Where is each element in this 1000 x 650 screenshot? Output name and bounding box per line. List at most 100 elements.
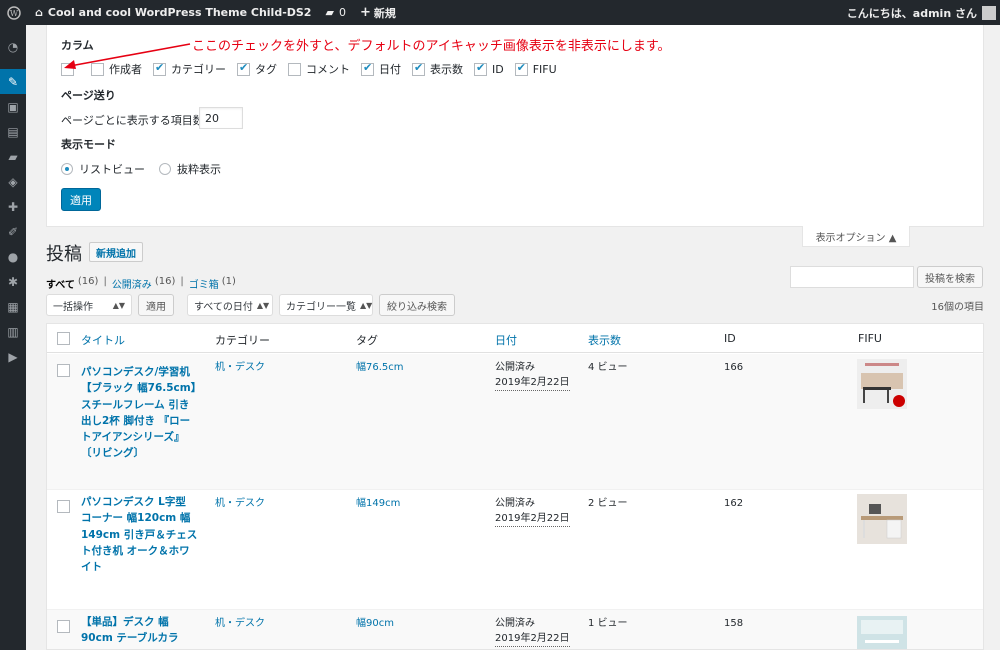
filter-button[interactable]: 絞り込み検索 bbox=[379, 294, 455, 316]
per-page-input[interactable]: 20 bbox=[199, 107, 243, 129]
admin-sidebar: ◔ ✎ ▣ ▤ ▰ ◈ ✚ ✐ ● ✱ ▦ ▥ ▶ bbox=[0, 25, 26, 650]
views-checkbox[interactable] bbox=[412, 61, 425, 76]
row-checkbox[interactable] bbox=[57, 364, 70, 377]
table-header: タイトル カテゴリー タグ 日付 表示数 ID FIFU bbox=[47, 324, 983, 353]
comments-icon[interactable]: ▰ bbox=[0, 144, 26, 169]
post-date: 2019年2月22日 bbox=[495, 511, 570, 527]
annotation-text: ここのチェックを外すと、デフォルトのアイキャッチ画像表示を非表示にします。 bbox=[192, 39, 671, 54]
layout-icon[interactable]: ▥ bbox=[0, 319, 26, 344]
site-name-label: Cool and cool WordPress Theme Child-DS2 bbox=[47, 6, 312, 19]
new-content-link[interactable]: + 新規 bbox=[353, 0, 403, 25]
view-mode-heading: 表示モード bbox=[61, 138, 116, 151]
post-views: 2 ビュー bbox=[588, 498, 628, 509]
post-date-cell: 公開済み 2019年2月22日 bbox=[495, 496, 570, 527]
home-icon: ⌂ bbox=[35, 6, 43, 19]
category-filter-select[interactable]: カテゴリー一覧 ▲▼ bbox=[279, 294, 373, 316]
table-row: パソコンデスク L字型 コーナー 幅120cm 幅149cm 引き戸＆チェスト付… bbox=[47, 490, 983, 610]
play-icon[interactable]: ▶ bbox=[0, 344, 26, 369]
post-id: 158 bbox=[724, 618, 744, 629]
featured-image-thumbnail[interactable] bbox=[857, 616, 907, 650]
table-row: 【単品】デスク 幅90cm テーブルカラー：ホワイト キャン 机・デスク 幅90… bbox=[47, 610, 983, 650]
bulk-apply-button[interactable]: 適用 bbox=[138, 294, 174, 316]
column-toggle-tags[interactable]: タグ bbox=[237, 61, 277, 77]
filter-trash-count: (1) bbox=[221, 276, 236, 287]
column-header-title[interactable]: タイトル bbox=[81, 332, 125, 348]
bulk-action-select[interactable]: 一括操作 ▲▼ bbox=[46, 294, 132, 316]
plugins-icon[interactable]: ✚ bbox=[0, 194, 26, 219]
select-all-checkbox[interactable] bbox=[57, 332, 70, 345]
post-id: 162 bbox=[724, 498, 744, 509]
post-title-link[interactable]: パソコンデスク L字型 コーナー 幅120cm 幅149cm 引き戸＆チェスト付… bbox=[81, 494, 199, 575]
featured-image-thumbnail[interactable] bbox=[857, 494, 907, 544]
tags-checkbox[interactable] bbox=[237, 61, 250, 76]
column-toggle-id[interactable]: ID bbox=[474, 61, 504, 76]
page-title: 投稿 bbox=[46, 244, 82, 265]
greeting-label: こんにちは、admin さん bbox=[846, 6, 977, 20]
view-mode-excerpt[interactable]: 抜粋表示 bbox=[159, 161, 221, 177]
view-mode-list[interactable]: リストビュー bbox=[61, 161, 145, 177]
column-toggle-date[interactable]: 日付 bbox=[361, 61, 401, 77]
post-category-link[interactable]: 机・デスク bbox=[215, 616, 265, 631]
post-category-link[interactable]: 机・デスク bbox=[215, 360, 265, 375]
post-date-cell: 公開済み 2019年2月22日 bbox=[495, 360, 570, 391]
column-header-category: カテゴリー bbox=[215, 334, 270, 347]
users-icon[interactable]: ● bbox=[0, 244, 26, 269]
post-title-link[interactable]: パソコンデスク/学習机【ブラック 幅76.5cm】スチールフレーム 引き出し2杯… bbox=[81, 364, 199, 462]
tools-brush-icon[interactable]: ✐ bbox=[0, 219, 26, 244]
screen-options-apply-button[interactable]: 適用 bbox=[61, 188, 101, 211]
post-tag-link[interactable]: 幅90cm bbox=[356, 616, 394, 631]
post-id: 166 bbox=[724, 362, 744, 373]
select-arrows-icon: ▲▼ bbox=[256, 300, 270, 310]
post-status: 公開済み bbox=[495, 498, 535, 509]
dashboard-icon[interactable]: ◔ bbox=[0, 34, 26, 59]
svg-text:W: W bbox=[10, 9, 19, 18]
excerpt-view-radio[interactable] bbox=[159, 163, 171, 175]
per-page-label: ページごとに表示する項目数: bbox=[61, 114, 208, 127]
column-header-views[interactable]: 表示数 bbox=[588, 332, 621, 348]
featured-image-thumbnail[interactable] bbox=[857, 359, 907, 409]
avatar bbox=[982, 5, 996, 20]
column-header-date[interactable]: 日付 bbox=[495, 332, 517, 348]
column-header-fifu: FIFU bbox=[858, 332, 882, 345]
column-toggle-views[interactable]: 表示数 bbox=[412, 61, 463, 77]
posts-icon[interactable]: ✎ bbox=[0, 69, 26, 94]
filter-all[interactable]: すべて bbox=[46, 276, 75, 291]
user-greeting-link[interactable]: こんにちは、admin さん bbox=[840, 0, 1000, 25]
post-title-link[interactable]: 【単品】デスク 幅90cm テーブルカラー：ホワイト キャン bbox=[81, 614, 199, 649]
list-view-radio[interactable] bbox=[61, 163, 73, 175]
date-checkbox[interactable] bbox=[361, 61, 374, 76]
post-date: 2019年2月22日 bbox=[495, 631, 570, 647]
filter-published[interactable]: 公開済み bbox=[112, 276, 152, 291]
site-name-link[interactable]: ⌂ Cool and cool WordPress Theme Child-DS… bbox=[28, 0, 318, 25]
select-arrows-icon: ▲▼ bbox=[112, 300, 125, 310]
pages-icon[interactable]: ▤ bbox=[0, 119, 26, 144]
search-posts-button[interactable]: 投稿を検索 bbox=[917, 266, 983, 288]
add-new-button[interactable]: 新規追加 bbox=[89, 242, 143, 262]
settings-icon[interactable]: ✱ bbox=[0, 269, 26, 294]
row-checkbox[interactable] bbox=[57, 620, 70, 633]
table-row: パソコンデスク/学習机【ブラック 幅76.5cm】スチールフレーム 引き出し2杯… bbox=[47, 354, 983, 490]
post-search-input[interactable] bbox=[790, 266, 914, 288]
view-mode-radios: リストビュー 抜粋表示 bbox=[61, 161, 235, 177]
media-icon[interactable]: ▣ bbox=[0, 94, 26, 119]
widgets-icon[interactable]: ▦ bbox=[0, 294, 26, 319]
comments-checkbox[interactable] bbox=[288, 62, 301, 76]
post-tag-link[interactable]: 幅149cm bbox=[356, 496, 400, 511]
comments-link[interactable]: ▰ 0 bbox=[318, 0, 352, 25]
comment-bubble-icon: ▰ bbox=[325, 6, 334, 19]
appearance-icon[interactable]: ◈ bbox=[0, 169, 26, 194]
date-filter-select[interactable]: すべての日付 ▲▼ bbox=[187, 294, 273, 316]
fifu-checkbox[interactable] bbox=[514, 61, 528, 76]
row-checkbox[interactable] bbox=[57, 500, 70, 513]
post-tag-link[interactable]: 幅76.5cm bbox=[356, 360, 404, 375]
screen-options-toggle[interactable]: 表示オプション ▲ bbox=[802, 226, 910, 247]
post-views: 1 ビュー bbox=[588, 618, 628, 629]
post-category-link[interactable]: 机・デスク bbox=[215, 496, 265, 511]
wordpress-logo-icon[interactable]: W bbox=[0, 0, 28, 25]
column-header-id: ID bbox=[724, 332, 736, 345]
post-views: 4 ビュー bbox=[588, 362, 628, 373]
column-toggle-fifu[interactable]: FIFU bbox=[514, 61, 557, 76]
id-checkbox[interactable] bbox=[474, 61, 487, 76]
column-toggle-comments[interactable]: コメント bbox=[288, 61, 350, 77]
filter-trash[interactable]: ゴミ箱 bbox=[189, 276, 219, 291]
